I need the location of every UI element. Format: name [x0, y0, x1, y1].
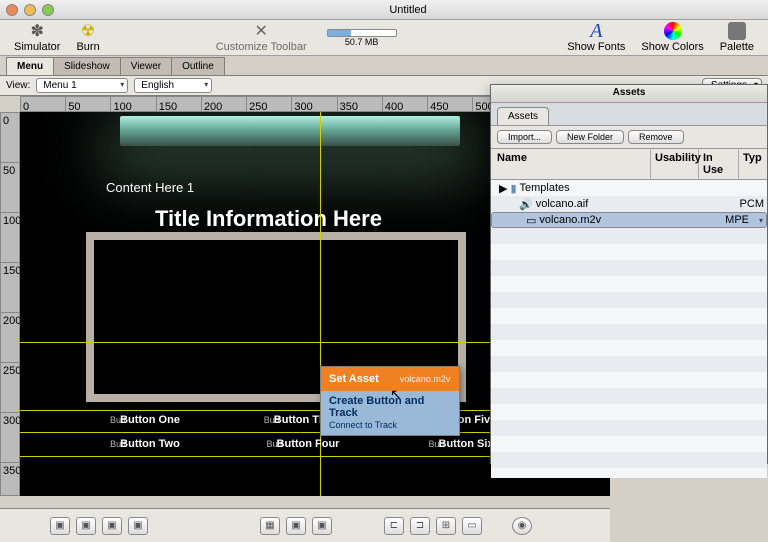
col-usability[interactable]: Usability	[651, 149, 699, 179]
drag-file-icon: volcano.m2v	[400, 374, 451, 384]
disk-space-meter: 50.7 MB	[327, 29, 397, 47]
assets-panel-title: Assets	[491, 85, 767, 103]
video-icon: ▭	[526, 214, 536, 227]
menu-button-one[interactable]: ButtButton One	[80, 414, 210, 426]
fonts-icon: A	[587, 22, 605, 40]
person-button[interactable]: ◉	[512, 517, 532, 535]
simulator-icon: ✽	[28, 22, 46, 40]
assets-list: ▶▮Templates 🔊volcano.aifPCM ▭volcano.m2v…	[491, 180, 767, 478]
light-graphic	[120, 116, 460, 146]
burn-icon: ☢	[79, 22, 97, 40]
new-folder-button[interactable]: New Folder	[556, 130, 624, 144]
asset-item-volcano-m2v[interactable]: ▭volcano.m2vMPE	[491, 212, 767, 228]
col-name[interactable]: Name	[491, 149, 651, 179]
shapes-button[interactable]: ▣	[76, 517, 96, 535]
button-row-2: ButtButton Two ButtButton Four ButtButto…	[80, 438, 526, 450]
import-button[interactable]: Import...	[497, 130, 552, 144]
tab-slideshow[interactable]: Slideshow	[53, 57, 121, 75]
tab-viewer[interactable]: Viewer	[120, 57, 172, 75]
actual-button[interactable]: ▭	[462, 517, 482, 535]
col-type[interactable]: Typ	[739, 149, 767, 179]
fit-button[interactable]: ⊞	[436, 517, 456, 535]
layer-button[interactable]: ▣	[286, 517, 306, 535]
styles-button[interactable]: ▣	[102, 517, 122, 535]
main-tabs: Menu Slideshow Viewer Outline	[0, 56, 768, 76]
view-button[interactable]: ▣	[312, 517, 332, 535]
cursor-icon: ↖	[390, 386, 402, 403]
customize-toolbar-button[interactable]: ✕Customize Toolbar	[210, 22, 313, 53]
align-button[interactable]: ⊏	[384, 517, 404, 535]
hammer-icon: ✕	[252, 22, 270, 40]
disclosure-triangle-icon[interactable]: ▶	[499, 182, 507, 195]
zoom-window-icon[interactable]	[42, 4, 54, 16]
minimize-window-icon[interactable]	[24, 4, 36, 16]
language-select[interactable]: English	[134, 78, 212, 93]
menu-select[interactable]: Menu 1	[36, 78, 128, 93]
remove-button[interactable]: Remove	[628, 130, 684, 144]
assets-button[interactable]: ▣	[128, 517, 148, 535]
tab-outline[interactable]: Outline	[171, 57, 225, 75]
folder-icon: ▮	[510, 182, 516, 195]
window-title: Untitled	[54, 4, 762, 16]
burn-button[interactable]: ☢Burn	[70, 22, 105, 53]
asset-item-templates[interactable]: ▶▮Templates	[491, 180, 767, 196]
palette-button[interactable]: Palette	[714, 22, 760, 53]
vertical-ruler: 050100150200250300350	[0, 112, 20, 496]
audio-icon: 🔊	[519, 198, 533, 211]
main-toolbar: ✽Simulator ☢Burn ✕Customize Toolbar 50.7…	[0, 20, 768, 56]
show-colors-button[interactable]: Show Colors	[635, 22, 709, 53]
assets-tab[interactable]: Assets	[497, 107, 549, 125]
assets-panel: Assets Assets Import... New Folder Remov…	[490, 84, 768, 464]
simulator-button[interactable]: ✽Simulator	[8, 22, 66, 53]
palette-icon	[728, 22, 746, 40]
close-window-icon[interactable]	[6, 4, 18, 16]
asset-item-volcano-aif[interactable]: 🔊volcano.aifPCM	[491, 196, 767, 212]
tab-menu[interactable]: Menu	[6, 57, 54, 75]
window-titlebar: Untitled	[0, 0, 768, 20]
assets-columns: Name Usability In Use Typ	[491, 148, 767, 180]
inspector-button[interactable]: ▦	[260, 517, 280, 535]
menu-title-text[interactable]: Title Information Here	[155, 206, 382, 232]
col-in-use[interactable]: In Use	[699, 149, 739, 179]
view-label: View:	[6, 80, 30, 91]
menu-button-four[interactable]: ButtButton Four	[238, 438, 368, 450]
distribute-button[interactable]: ⊐	[410, 517, 430, 535]
colors-icon	[664, 22, 682, 40]
menu-button-two[interactable]: ButtButton Two	[80, 438, 210, 450]
bottom-toolbar: ▣ ▣ ▣ ▣ ▦ ▣ ▣ ⊏ ⊐ ⊞ ▭ ◉	[0, 508, 610, 542]
templates-button[interactable]: ▣	[50, 517, 70, 535]
content-text[interactable]: Content Here 1	[106, 180, 194, 195]
show-fonts-button[interactable]: AShow Fonts	[561, 22, 631, 53]
